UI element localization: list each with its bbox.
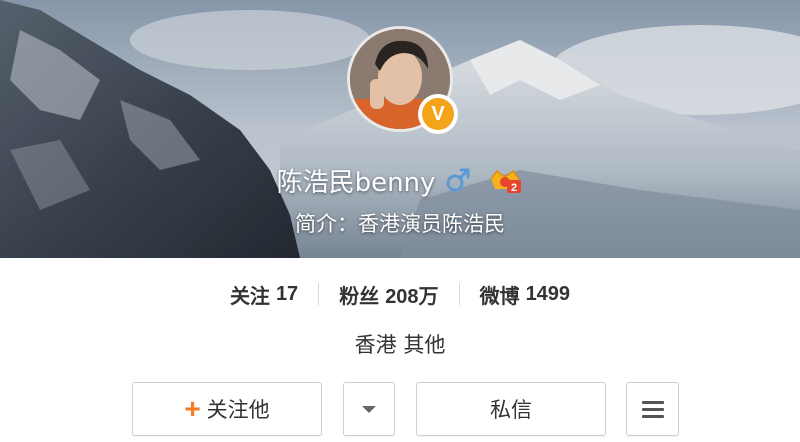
- stat-posts-count: 1499: [525, 282, 571, 305]
- vip-level-icon[interactable]: 2: [487, 165, 523, 195]
- profile-cover: V 陈浩民benny 2 简介：香港演员陈浩民: [0, 0, 800, 258]
- stat-posts[interactable]: 微博 1499: [460, 280, 591, 309]
- male-icon: [446, 168, 470, 192]
- plus-icon: +: [184, 393, 201, 424]
- location: 香港 其他: [354, 333, 446, 357]
- chevron-down-icon: [362, 405, 376, 413]
- follow-options-button[interactable]: [343, 382, 395, 436]
- message-button-label: 私信: [490, 398, 532, 422]
- stat-followers-label: 粉丝: [339, 283, 380, 308]
- bio: 简介：香港演员陈浩民: [295, 212, 505, 236]
- name-row: 陈浩民benny 2: [0, 160, 800, 200]
- stat-followers[interactable]: 粉丝 208万: [319, 280, 458, 309]
- hamburger-icon: [641, 400, 664, 418]
- stat-following-count: 17: [275, 282, 299, 305]
- username[interactable]: 陈浩民benny: [277, 162, 436, 199]
- stat-posts-label: 微博: [479, 283, 520, 308]
- follow-button-label: 关注他: [206, 398, 270, 422]
- verified-icon: V: [422, 98, 454, 130]
- stat-following[interactable]: 关注 17: [210, 280, 318, 309]
- profile-stats: 关注 17 粉丝 208万 微博 1499: [0, 272, 800, 316]
- more-menu-button[interactable]: [626, 382, 679, 436]
- profile-actions: + 关注他 私信: [0, 382, 800, 438]
- stat-followers-count: 208万: [385, 285, 439, 308]
- verified-badge: V: [418, 94, 458, 134]
- follow-button[interactable]: + 关注他: [132, 382, 322, 436]
- stat-following-label: 关注: [229, 283, 270, 308]
- level-digit: 2: [511, 182, 517, 194]
- message-button[interactable]: 私信: [416, 382, 606, 436]
